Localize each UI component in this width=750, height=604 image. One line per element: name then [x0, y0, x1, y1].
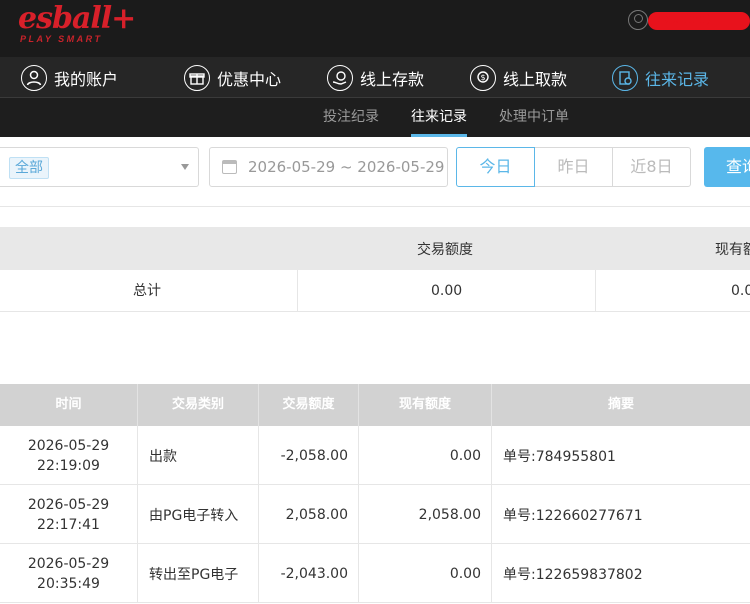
header-summary: 摘要 [607, 397, 634, 412]
nav-records[interactable]: 往来记录 [612, 57, 709, 98]
table-row: 2026-05-29 20:35:49 转出至PG电子 -2,043.00 0.… [0, 544, 750, 603]
range-last8days-button[interactable]: 近8日 [612, 147, 691, 187]
selected-type-tag[interactable]: 全部 [9, 157, 49, 179]
cell-clock: 20:35:49 [37, 575, 100, 592]
range-today-button[interactable]: 今日 [456, 147, 535, 187]
username-redacted[interactable]: (redacted) [648, 12, 750, 30]
header-type: 交易类别 [138, 384, 259, 426]
nav-label: 我的账户 [54, 69, 119, 89]
quick-range-group: 今日 昨日 近8日 [456, 147, 691, 187]
records-header: 时间 交易类别 交易额度 现有额度 摘要 [0, 384, 750, 426]
cell-date: 2026-05-29 [27, 555, 110, 572]
type-select[interactable]: 全部 [0, 147, 199, 187]
cell-balance: 0.00 [359, 426, 492, 485]
search-button[interactable]: 查询 [704, 147, 750, 187]
cell-balance: 2,058.00 [359, 485, 492, 544]
cell-time: 2026-05-29 22:17:41 [0, 485, 138, 544]
tab-transaction-records[interactable]: 往来记录 [411, 98, 467, 137]
cell-type: 出款 [138, 426, 259, 485]
svg-text:$: $ [480, 73, 485, 82]
calendar-icon [222, 160, 237, 174]
cell-summary: 单号:122660277671 [503, 507, 643, 524]
table-row: 2026-05-29 22:19:09 出款 -2,058.00 0.00 单号… [0, 426, 750, 485]
summary-header-amount: 交易额度 [417, 242, 473, 258]
cell-amount: -2,043.00 [259, 544, 359, 603]
nav-my-account[interactable]: 我的账户 [21, 57, 118, 98]
user-icon [21, 64, 47, 91]
nav-label: 优惠中心 [217, 69, 282, 89]
logo-text: esball+ [18, 1, 136, 36]
nav-deposit[interactable]: 线上存款 [327, 57, 424, 98]
cell-clock: 22:19:09 [37, 457, 100, 474]
records-table: 时间 交易类别 交易额度 现有额度 摘要 2026-05-29 22:19:09… [0, 384, 750, 603]
table-row: 2026-05-29 22:17:41 由PG电子转入 2,058.00 2,0… [0, 485, 750, 544]
column-divider [595, 270, 596, 312]
cell-clock: 22:17:41 [37, 516, 100, 533]
date-range-picker[interactable]: 2026-05-29 ~ 2026-05-29 [209, 147, 448, 187]
cell-type: 转出至PG电子 [138, 544, 259, 603]
chevron-down-icon[interactable] [181, 164, 189, 170]
nav-label: 线上存款 [360, 69, 425, 89]
nav-label: 线上取款 [503, 69, 568, 89]
summary-header: 交易额度 现有额度 [0, 227, 750, 270]
nav-withdraw[interactable]: $ 线上取款 [470, 57, 567, 98]
header-time: 时间 [0, 384, 138, 426]
nav-promotions[interactable]: 优惠中心 [184, 57, 281, 98]
sub-nav: 投注纪录 往来记录 处理中订单 [0, 98, 750, 137]
deposit-icon [327, 64, 353, 91]
top-bar: esball+ PLAY SMART (redacted) [0, 0, 750, 57]
tab-pending-orders[interactable]: 处理中订单 [499, 98, 569, 137]
summary-table: 交易额度 现有额度 总计 0.00 0.00 [0, 227, 750, 312]
cell-date: 2026-05-29 [27, 437, 110, 454]
gift-icon [184, 64, 210, 91]
cell-amount: -2,058.00 [259, 426, 359, 485]
summary-total-balance: 0.00 [731, 283, 750, 299]
nav-label: 往来记录 [645, 69, 710, 89]
cell-type: 由PG电子转入 [138, 485, 259, 544]
cell-balance: 0.00 [359, 544, 492, 603]
date-range-value: 2026-05-29 ~ 2026-05-29 [248, 158, 445, 176]
filter-bar: 全部 2026-05-29 ~ 2026-05-29 今日 昨日 近8日 查询 [0, 137, 750, 207]
header-balance: 现有额度 [359, 384, 492, 426]
cell-date: 2026-05-29 [27, 496, 110, 513]
header-amount: 交易额度 [259, 384, 359, 426]
main-nav: 我的账户 优惠中心 线上存款 $ 线上取款 往来记录 [0, 57, 750, 98]
withdraw-icon: $ [470, 64, 496, 91]
cell-summary: 单号:122659837802 [503, 566, 643, 583]
cell-summary: 单号:784955801 [503, 448, 616, 465]
summary-total-label: 总计 [133, 283, 161, 299]
user-area[interactable]: (redacted) [628, 10, 750, 32]
summary-total-amount: 0.00 [431, 283, 463, 299]
column-divider [297, 270, 298, 312]
cell-time: 2026-05-29 20:35:49 [0, 544, 138, 603]
cell-amount: 2,058.00 [259, 485, 359, 544]
range-yesterday-button[interactable]: 昨日 [534, 147, 613, 187]
cell-time: 2026-05-29 22:19:09 [0, 426, 138, 485]
user-avatar-icon[interactable] [628, 10, 648, 30]
summary-row: 总计 0.00 0.00 [0, 270, 750, 312]
records-icon [612, 64, 638, 91]
summary-header-balance: 现有额度 [715, 242, 750, 258]
esball-logo[interactable]: esball+ PLAY SMART [18, 1, 136, 45]
tab-bet-records[interactable]: 投注纪录 [323, 98, 379, 137]
